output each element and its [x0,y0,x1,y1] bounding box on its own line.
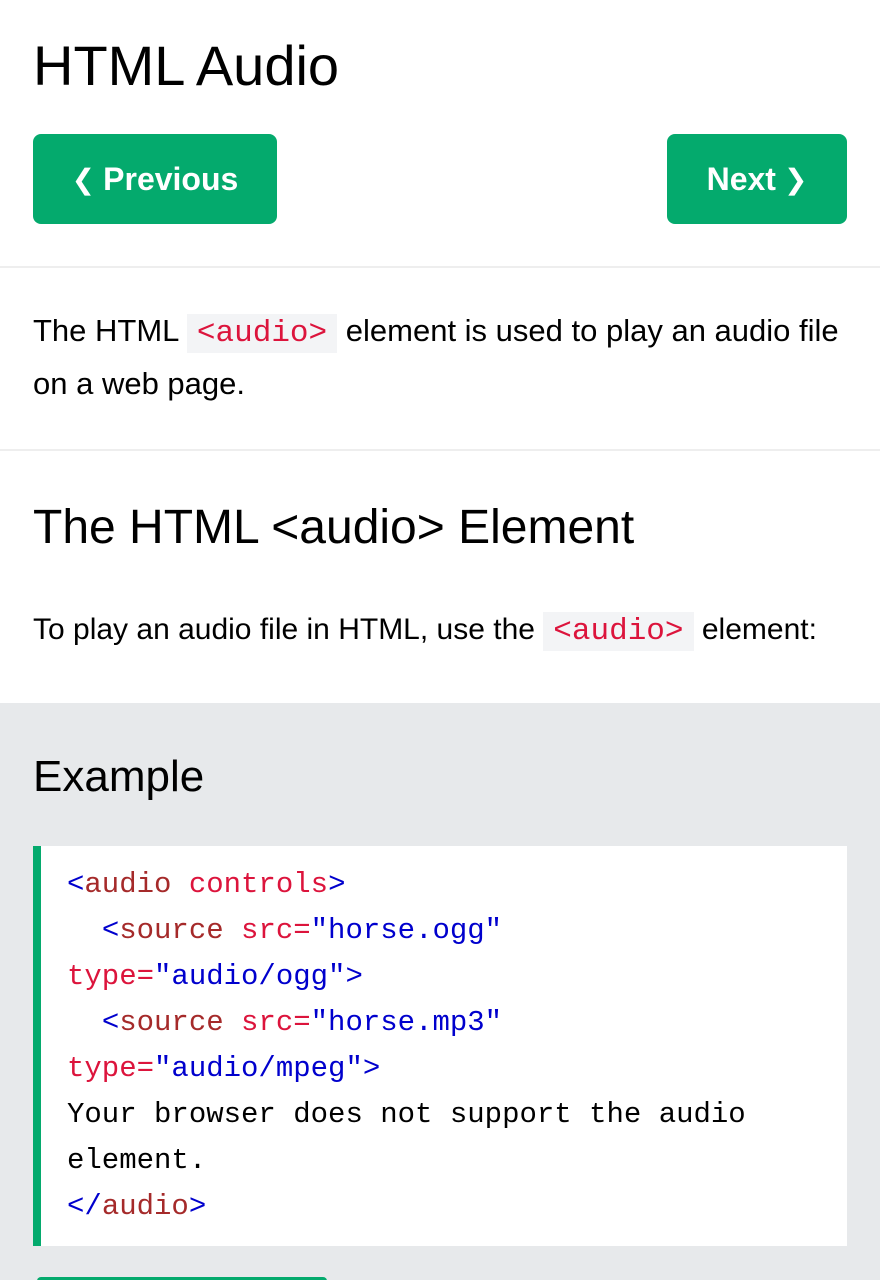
section-text-before: To play an audio file in HTML, use the [33,613,535,646]
code-line: type="audio/mpeg"> [67,1046,847,1092]
code-tag: source [119,914,224,947]
previous-button[interactable]: ❮ Previous [33,134,277,224]
code-value: "horse.ogg" [310,914,503,947]
next-button[interactable]: Next ❯ [667,134,847,224]
example-title: Example [33,752,205,801]
code-line: Your browser does not support the audio [67,1098,746,1131]
example-box: Example <audio controls> <source src="ho… [0,703,880,1280]
code-bracket: > [362,1052,381,1085]
code-bracket: > [328,868,346,901]
section-paragraph: To play an audio file in HTML, use the <… [33,606,817,656]
chevron-right-icon: ❯ [783,163,808,195]
intro-paragraph: The HTML <audio> element is used to play… [33,306,853,409]
chevron-left-icon: ❮ [71,163,96,195]
page-title: HTML Audio [33,34,340,97]
code-line: <source src="horse.mp3" [67,1000,847,1046]
code-attribute: type= [67,1052,155,1085]
section-text-after: element: [701,613,817,646]
code-bracket: </ [67,1190,102,1223]
code-block[interactable]: <audio controls> <source src="horse.ogg"… [33,846,847,1246]
code-tag: source [119,1006,224,1039]
code-line: element. [67,1144,207,1177]
code-attribute: type= [67,960,155,993]
code-line: type="audio/ogg"> [67,954,847,1000]
code-bracket: < [101,1006,120,1039]
code-attribute: src= [223,1006,311,1039]
inline-code-audio: <audio> [543,612,694,651]
code-tag: audio [101,1190,189,1223]
code-value: "audio/ogg" [154,960,346,993]
divider [0,449,880,451]
divider [0,266,880,268]
section-title: The HTML <audio> Element [33,501,635,554]
code-bracket: < [67,868,85,901]
code-line: <source src="horse.ogg" [67,908,847,954]
code-attribute: controls [171,868,329,901]
code-line: </audio> [67,1184,847,1230]
code-attribute: src= [223,914,311,947]
code-value: "horse.mp3" [310,1006,503,1039]
inline-code-audio: <audio> [186,314,338,353]
page: HTML Audio ❮ Previous Next ❯ The HTML <a… [0,0,880,1280]
code-bracket: < [101,914,120,947]
previous-button-label: Previous [103,160,239,197]
code-line: <audio controls> [67,862,847,908]
code-bracket: > [345,960,363,993]
code-bracket: > [188,1190,207,1223]
code-tag: audio [84,868,172,901]
code-value: "audio/mpeg" [154,1052,363,1085]
next-button-label: Next [706,160,776,197]
intro-text-before: The HTML [33,313,179,348]
